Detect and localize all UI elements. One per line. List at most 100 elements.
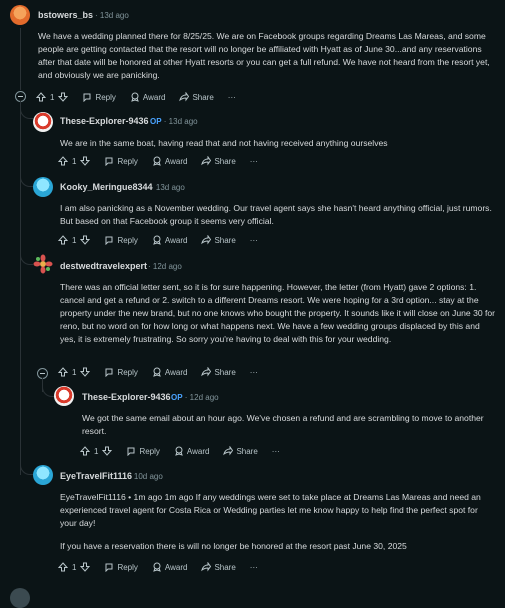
vote-count: 1: [72, 562, 77, 572]
more-options-button[interactable]: ···: [250, 368, 258, 377]
downvote-icon[interactable]: [58, 92, 69, 102]
comment-body: We got the same email about an hour ago.…: [82, 413, 484, 436]
award-button[interactable]: Award: [152, 562, 187, 572]
upvote-icon[interactable]: [57, 235, 69, 245]
upvote-icon[interactable]: [57, 156, 69, 166]
comment-body: I am also panicking as a November weddin…: [60, 203, 492, 226]
thread-line: [20, 101, 21, 475]
reply-icon: [104, 562, 114, 573]
avatar[interactable]: [54, 386, 74, 406]
vote-count: 1: [94, 446, 99, 456]
award-button[interactable]: Award: [152, 235, 187, 245]
share-button[interactable]: Share: [223, 445, 258, 456]
upvote-icon[interactable]: [57, 562, 69, 572]
share-button[interactable]: Share: [201, 366, 236, 377]
reply-icon: [104, 156, 114, 167]
reply-button[interactable]: Reply: [104, 156, 138, 167]
op-badge: OP: [150, 117, 162, 126]
username[interactable]: These-Explorer-9436: [60, 116, 149, 126]
upvote-icon[interactable]: [57, 367, 69, 377]
vote-group: 1: [57, 367, 91, 377]
share-icon: [201, 155, 212, 166]
reply-button[interactable]: Reply: [104, 235, 138, 246]
downvote-icon[interactable]: [80, 367, 91, 377]
award-icon: [152, 235, 162, 245]
vote-count: 1: [72, 235, 77, 245]
downvote-icon[interactable]: [80, 156, 91, 166]
award-icon: [130, 92, 140, 102]
timestamp: OP · 13d ago: [150, 117, 198, 126]
more-options-button[interactable]: ···: [250, 157, 258, 166]
vote-group: 1: [79, 446, 113, 456]
award-button[interactable]: Award: [174, 446, 209, 456]
username[interactable]: These-Explorer-9436: [82, 392, 171, 402]
comment-actions: 1 Reply Award Share ···: [35, 89, 250, 105]
award-button[interactable]: Award: [130, 92, 165, 102]
reply-icon: [126, 446, 136, 457]
avatar[interactable]: [10, 5, 30, 25]
more-options-button[interactable]: ···: [272, 447, 280, 456]
share-button[interactable]: Share: [201, 561, 236, 572]
avatar[interactable]: [33, 465, 53, 485]
upvote-icon[interactable]: [79, 446, 91, 456]
reply-icon: [104, 367, 114, 378]
share-icon: [223, 445, 234, 456]
more-options-button[interactable]: ···: [228, 93, 236, 102]
comment-actions: 1 Reply Award Share ···: [57, 153, 272, 169]
timestamp: · 12d ago: [148, 262, 182, 271]
reply-button[interactable]: Reply: [104, 367, 138, 378]
award-icon: [152, 562, 162, 572]
username[interactable]: bstowers_bs: [38, 10, 93, 20]
downvote-icon[interactable]: [102, 446, 113, 456]
more-options-button[interactable]: ···: [250, 236, 258, 245]
username[interactable]: destwedtravelexpert: [60, 261, 147, 271]
comment-body: There was an official letter sent, so it…: [60, 282, 496, 344]
share-icon: [179, 91, 190, 102]
comment-body: We have a wedding planned there for 8/25…: [38, 31, 490, 80]
comment-actions: 1 Reply Award Share ···: [57, 364, 272, 380]
vote-group: 1: [35, 92, 69, 102]
timestamp: · 13d ago: [151, 183, 185, 192]
timestamp: · 10d ago: [129, 472, 163, 481]
reply-icon: [104, 235, 114, 246]
vote-count: 1: [72, 156, 77, 166]
vote-group: 1: [57, 562, 91, 572]
share-icon: [201, 366, 212, 377]
thread-line: [20, 28, 21, 90]
award-button[interactable]: Award: [152, 156, 187, 166]
avatar[interactable]: [10, 588, 30, 608]
comment-actions: 1 Reply Award Share ···: [79, 443, 294, 459]
reply-icon: [82, 92, 92, 103]
share-button[interactable]: Share: [179, 91, 214, 102]
thread-branch: [20, 174, 33, 187]
username[interactable]: EyeTravelFit1116: [60, 471, 132, 481]
reply-button[interactable]: Reply: [82, 92, 116, 103]
reply-button[interactable]: Reply: [126, 446, 160, 457]
share-icon: [201, 561, 212, 572]
vote-group: 1: [57, 156, 91, 166]
award-button[interactable]: Award: [152, 367, 187, 377]
share-icon: [201, 234, 212, 245]
award-icon: [152, 156, 162, 166]
share-button[interactable]: Share: [201, 155, 236, 166]
thread-branch: [20, 106, 33, 119]
vote-count: 1: [72, 367, 77, 377]
avatar[interactable]: [33, 177, 53, 197]
avatar[interactable]: [33, 254, 53, 274]
avatar[interactable]: [33, 112, 53, 132]
username[interactable]: Kooky_Meringue8344: [60, 182, 153, 192]
thread-branch: [20, 462, 33, 475]
reply-button[interactable]: Reply: [104, 562, 138, 573]
comment-actions: 1 Reply Award Share ···: [57, 559, 272, 575]
downvote-icon[interactable]: [80, 562, 91, 572]
award-icon: [174, 446, 184, 456]
more-options-button[interactable]: ···: [250, 563, 258, 572]
op-badge: OP: [171, 393, 183, 402]
timestamp: OP · 12d ago: [171, 393, 219, 402]
upvote-icon[interactable]: [35, 92, 47, 102]
downvote-icon[interactable]: [80, 235, 91, 245]
share-button[interactable]: Share: [201, 234, 236, 245]
comment-actions: 1 Reply Award Share ···: [57, 232, 272, 248]
vote-count: 1: [50, 92, 55, 102]
timestamp: · 13d ago: [95, 11, 129, 20]
